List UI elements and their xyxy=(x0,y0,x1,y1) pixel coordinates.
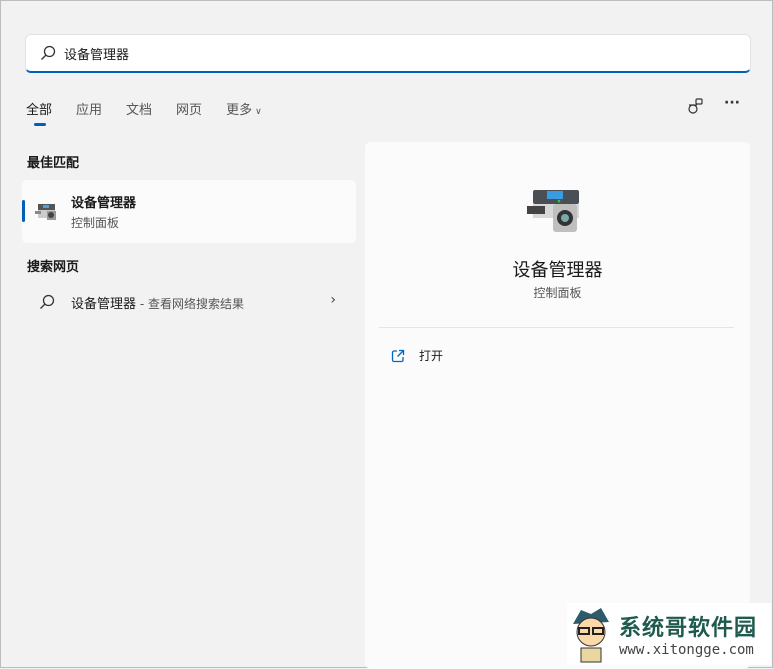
best-match-subtitle: 控制面板 xyxy=(71,216,120,230)
open-label: 打开 xyxy=(419,349,444,363)
search-input[interactable] xyxy=(64,45,664,61)
search-icon xyxy=(41,45,56,60)
best-match-item[interactable]: 设备管理器 控制面板 xyxy=(22,180,356,243)
detail-subtitle: 控制面板 xyxy=(533,286,582,300)
detail-panel: 设备管理器 控制面板 打开 xyxy=(365,142,750,669)
selection-indicator xyxy=(22,200,25,222)
tab-web[interactable]: 网页 xyxy=(176,99,202,118)
device-manager-icon xyxy=(35,204,56,220)
best-match-heading: 最佳匹配 xyxy=(27,156,80,171)
web-search-query: 设备管理器 xyxy=(71,297,137,312)
detail-title: 设备管理器 xyxy=(512,260,603,281)
open-external-icon xyxy=(391,349,405,362)
search-box[interactable] xyxy=(25,34,751,73)
web-search-heading: 搜索网页 xyxy=(27,260,80,275)
tab-more-label: 更多 xyxy=(226,103,253,118)
tab-apps[interactable]: 应用 xyxy=(76,99,102,118)
chevron-right-icon: › xyxy=(330,292,336,308)
share-icon xyxy=(688,98,703,114)
divider xyxy=(379,327,734,328)
tab-all[interactable]: 全部 xyxy=(26,99,52,126)
device-manager-large-icon xyxy=(527,190,579,232)
watermark-url: www.xitongge.com xyxy=(619,642,754,658)
open-button[interactable]: 打开 xyxy=(391,347,443,364)
more-options-button[interactable]: ··· xyxy=(724,95,740,111)
search-icon xyxy=(40,294,55,309)
mascot-icon xyxy=(573,608,609,663)
best-match-title: 设备管理器 xyxy=(71,196,137,211)
tab-more[interactable]: 更多 ∨ xyxy=(226,99,262,118)
tab-documents[interactable]: 文档 xyxy=(126,99,152,118)
filter-tabs: 全部 应用 文档 网页 更多 ∨ xyxy=(26,99,286,126)
chevron-down-icon: ∨ xyxy=(255,107,262,117)
web-search-item[interactable]: 设备管理器 - 查看网络搜索结果 › xyxy=(22,287,356,317)
watermark-name: 系统哥软件园 xyxy=(619,616,758,641)
watermark-logo: 系统哥软件园 www.xitongge.com xyxy=(567,603,771,665)
web-search-suffix: - 查看网络搜索结果 xyxy=(136,297,244,311)
share-button[interactable] xyxy=(687,97,705,119)
